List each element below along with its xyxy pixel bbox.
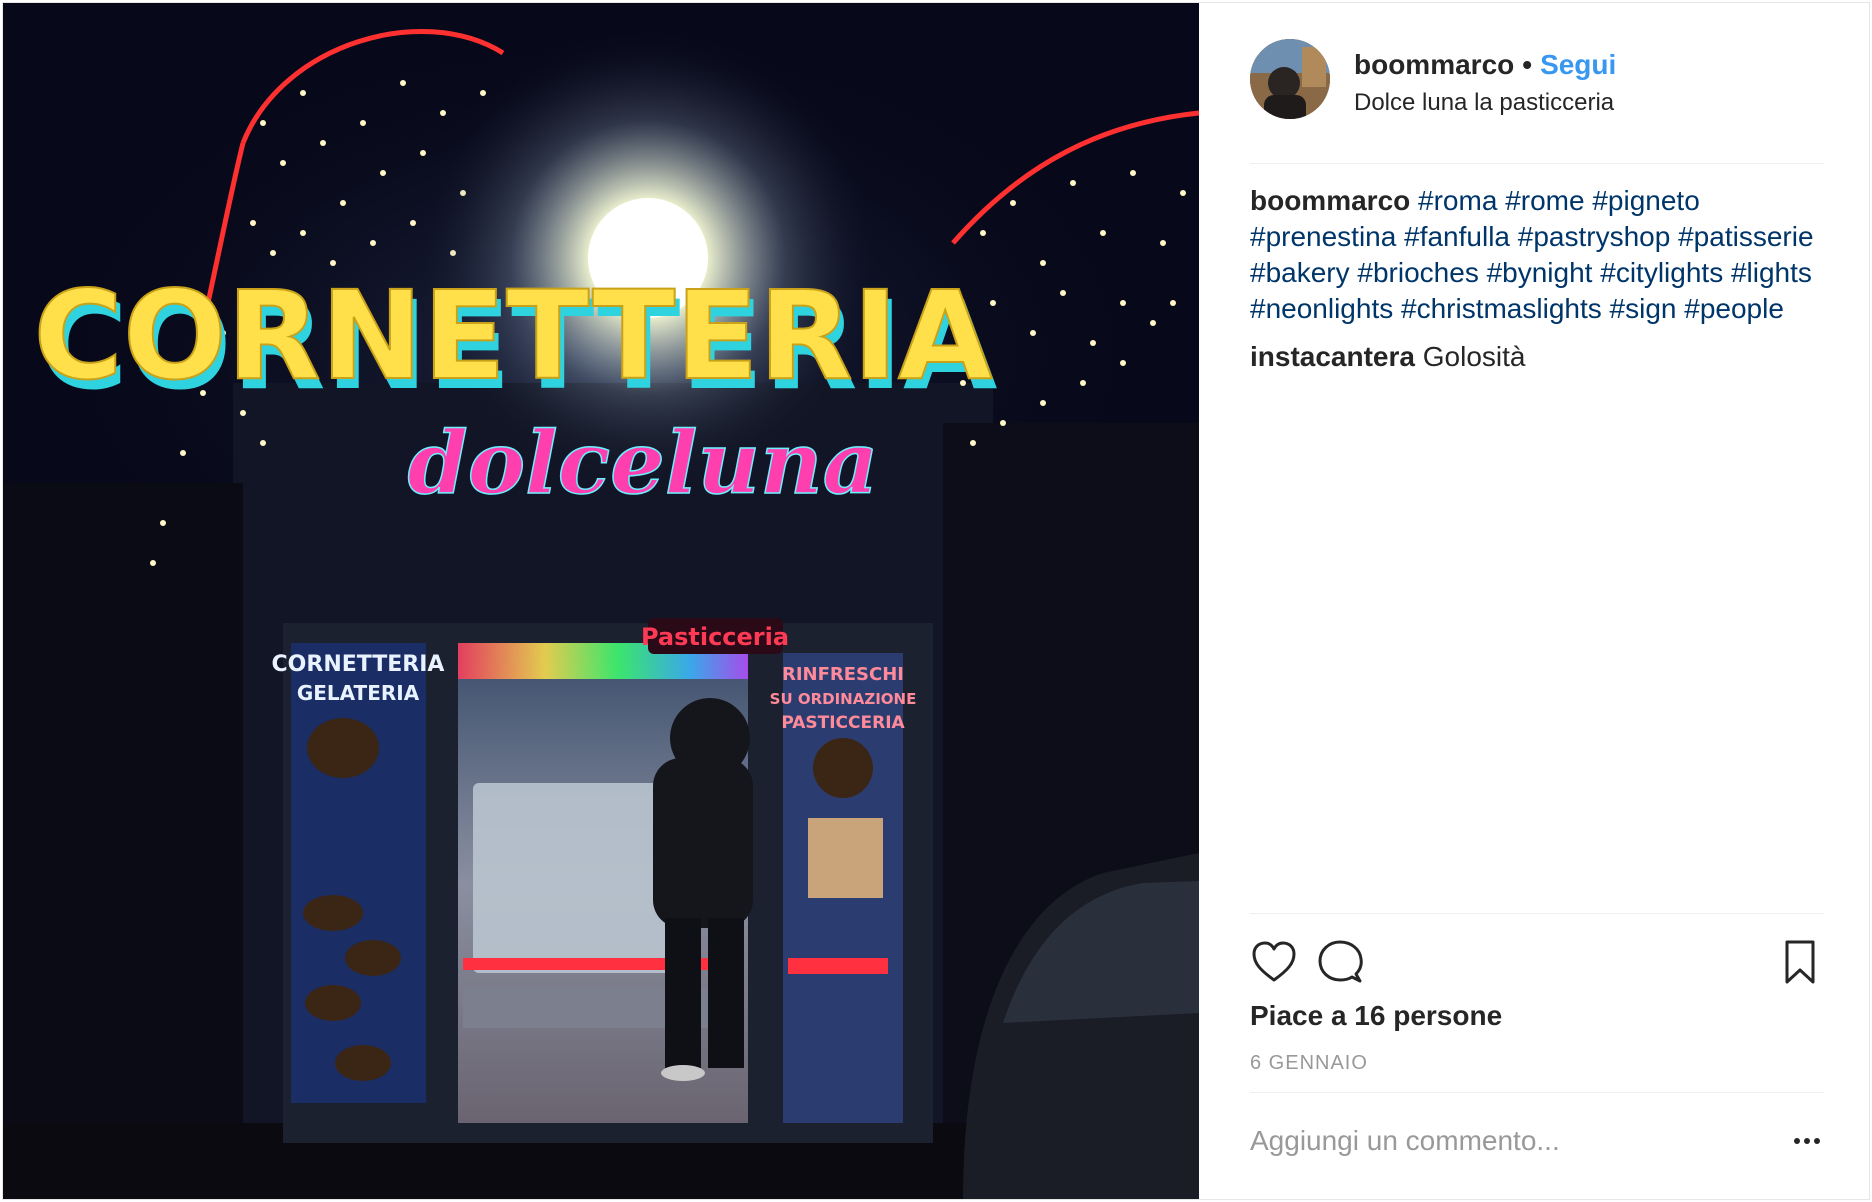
hashtag-link[interactable]: #lights [1731, 257, 1812, 288]
comment-item: instacantera Golosità [1250, 339, 1824, 375]
hashtag-link[interactable]: #brioches [1357, 257, 1478, 288]
bookmark-icon[interactable] [1776, 938, 1824, 986]
post-photo[interactable]: CORNETTERIA CORNETTERIA dolceluna CORNET… [3, 3, 1199, 1199]
hashtag-link[interactable]: #patisserie [1678, 221, 1813, 252]
caption: boommarco #roma #rome #pigneto #prenesti… [1250, 183, 1824, 327]
door-sign: Pasticceria [641, 623, 789, 651]
hashtag-link[interactable]: #people [1684, 293, 1784, 324]
sign-main: CORNETTERIA [34, 265, 993, 407]
avatar[interactable] [1250, 39, 1330, 119]
hashtag-link[interactable]: #neonlights [1250, 293, 1393, 324]
post-header: boommarco • Segui Dolce luna la pasticceri… [1250, 39, 1824, 164]
hashtag-link[interactable]: #christmaslights [1401, 293, 1602, 324]
username-line: boommarco • Segui [1354, 49, 1616, 81]
window-left-line2: GELATERIA [297, 681, 420, 705]
comment-username[interactable]: instacantera [1250, 341, 1415, 372]
post-date: 6 GENNAIO [1250, 1052, 1368, 1074]
location-link[interactable]: Dolce luna la pasticceria [1354, 89, 1614, 117]
comment-input[interactable] [1250, 1121, 1750, 1161]
follow-button[interactable]: Segui [1540, 49, 1616, 80]
comment-bubble-icon[interactable] [1316, 938, 1364, 986]
window-right-line1: RINFRESCHI [782, 664, 904, 685]
sign-sub: dolceluna [408, 413, 879, 514]
post-actions: Piace a 16 persone 6 GENNAIO [1250, 913, 1824, 1184]
comment-text: Golosità [1422, 341, 1526, 372]
hashtag-link[interactable]: #bynight [1487, 257, 1593, 288]
more-options-icon[interactable] [1792, 1131, 1822, 1151]
pastry-shop-night-photo: CORNETTERIA CORNETTERIA dolceluna CORNET… [3, 3, 1199, 1199]
hashtag-link[interactable]: #bakery [1250, 257, 1350, 288]
hashtag-link[interactable]: #pastryshop [1518, 221, 1671, 252]
post-side-panel: boommarco • Segui Dolce luna la pasticceri… [1200, 3, 1869, 1199]
heart-icon[interactable] [1250, 938, 1298, 986]
hashtag-link[interactable]: #rome [1505, 185, 1584, 216]
window-right-line3: PASTICCERIA [781, 713, 905, 733]
likes-count[interactable]: Piace a 16 persone [1250, 1000, 1502, 1032]
window-left-line1: CORNETTERIA [272, 652, 445, 677]
hashtag-link[interactable]: #fanfulla [1404, 221, 1510, 252]
add-comment-box [1250, 1092, 1824, 1185]
hashtag-link[interactable]: #roma [1418, 185, 1497, 216]
separator-dot: • [1522, 49, 1533, 80]
hashtag-link[interactable]: #citylights [1600, 257, 1723, 288]
hashtag-link[interactable]: #sign [1610, 293, 1677, 324]
comments-section: boommarco #roma #rome #pigneto #prenesti… [1250, 183, 1824, 387]
caption-username[interactable]: boommarco [1250, 185, 1410, 216]
instagram-post: CORNETTERIA CORNETTERIA dolceluna CORNET… [2, 2, 1870, 1200]
username-link[interactable]: boommarco [1354, 49, 1514, 80]
hashtag-link[interactable]: #prenestina [1250, 221, 1396, 252]
window-right-line2: SU ORDINAZIONE [770, 690, 917, 708]
hashtag-link[interactable]: #pigneto [1592, 185, 1699, 216]
